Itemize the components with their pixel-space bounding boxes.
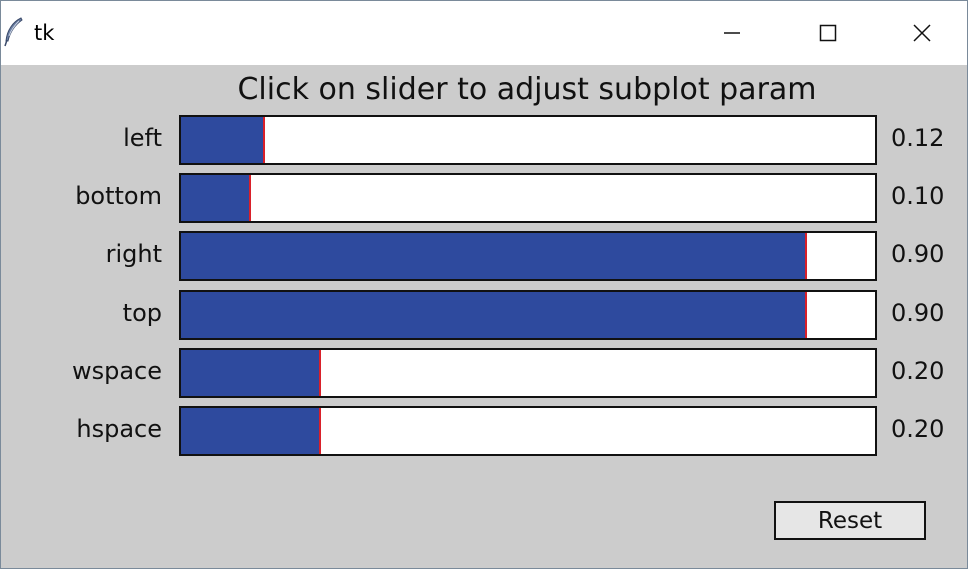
slider-bottom[interactable] [179,173,877,223]
slider-handle[interactable] [805,292,807,338]
slider-hspace[interactable] [179,406,877,456]
reset-button[interactable]: Reset [774,501,926,540]
slider-right[interactable] [179,231,877,281]
close-icon [912,23,932,43]
slider-left[interactable] [179,115,877,165]
slider-handle[interactable] [263,117,265,163]
slider-value: 0.10 [891,182,945,210]
slider-label: hspace [76,415,162,443]
slider-wspace[interactable] [179,348,877,398]
slider-top[interactable] [179,290,877,340]
slider-label: bottom [75,182,162,210]
subplot-tool-panel: Click on slider to adjust subplot param … [1,65,967,568]
maximize-icon [819,24,837,42]
minimize-icon [723,24,741,42]
slider-row-left: left 0.12 [1,115,967,165]
slider-label: left [123,124,162,152]
slider-fill [181,175,250,221]
slider-value: 0.20 [891,415,945,443]
slider-label: top [122,299,162,327]
slider-row-right: right 0.90 [1,231,967,281]
window-title: tk [34,21,55,45]
title-bar[interactable]: tk [1,1,967,65]
maximize-button[interactable] [780,1,876,65]
slider-handle[interactable] [249,175,251,221]
feather-icon [3,17,25,47]
slider-row-wspace: wspace 0.20 [1,348,967,398]
slider-handle[interactable] [319,408,321,454]
panel-heading: Click on slider to adjust subplot param [237,72,817,107]
slider-value: 0.12 [891,124,945,152]
minimize-button[interactable] [684,1,780,65]
slider-label: right [105,240,162,268]
slider-value: 0.20 [891,357,945,385]
slider-fill [181,233,806,279]
slider-handle[interactable] [319,350,321,396]
close-button[interactable] [876,1,967,65]
slider-handle[interactable] [805,233,807,279]
slider-value: 0.90 [891,240,945,268]
tk-window: tk Click on slider to adjust subplot par… [0,0,968,569]
slider-value: 0.90 [891,299,945,327]
slider-fill [181,292,806,338]
slider-fill [181,350,320,396]
slider-fill [181,408,320,454]
slider-fill [181,117,264,163]
slider-row-top: top 0.90 [1,290,967,340]
slider-row-hspace: hspace 0.20 [1,406,967,456]
slider-row-bottom: bottom 0.10 [1,173,967,223]
slider-label: wspace [71,357,162,385]
